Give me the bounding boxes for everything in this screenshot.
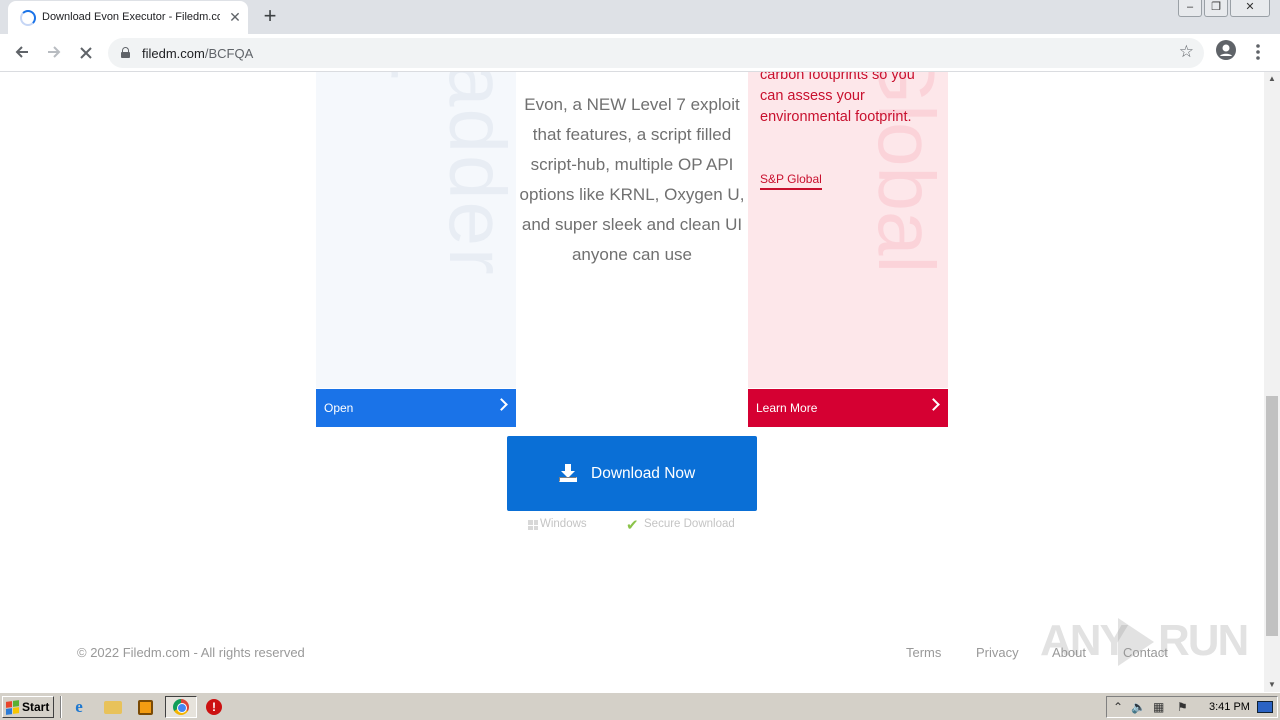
platform-label: Windows xyxy=(540,518,587,530)
tab-close-icon[interactable]: ✕ xyxy=(226,8,244,26)
window-controls: ‒ ❐ ✕ xyxy=(1178,0,1270,18)
scrollbar-thumb[interactable] xyxy=(1266,396,1278,636)
restore-button[interactable]: ❐ xyxy=(1204,0,1228,17)
volume-icon[interactable]: 🔈 xyxy=(1131,700,1146,714)
tray-expand-icon[interactable]: ⌃ xyxy=(1113,700,1123,714)
system-tray: ⌃ 🔈 ▦ ⚑ 3:41 PM xyxy=(1106,696,1278,718)
taskbar-separator xyxy=(60,696,62,718)
url-domain: filedm.com xyxy=(142,46,205,61)
action-center-flag-icon[interactable]: ⚑ xyxy=(1177,700,1188,714)
browser-toolbar: filedm.com/BCFQA ☆ xyxy=(0,34,1280,72)
address-bar[interactable]: filedm.com/BCFQA ☆ xyxy=(108,38,1204,68)
download-icon xyxy=(559,464,577,482)
minimize-button[interactable]: ‒ xyxy=(1178,0,1202,17)
footer-link-privacy[interactable]: Privacy xyxy=(976,645,1019,660)
show-desktop-icon[interactable] xyxy=(1257,701,1273,713)
watermark-run: RUN xyxy=(1158,616,1249,665)
windows-logo-icon xyxy=(528,520,538,530)
footer-link-terms[interactable]: Terms xyxy=(906,645,941,660)
loading-spinner-icon xyxy=(20,10,36,26)
checkmark-icon: ✔ xyxy=(626,517,639,534)
forward-arrow-icon[interactable] xyxy=(40,40,68,68)
left-ad-background-text: adder xyxy=(433,72,516,277)
url-path: /BCFQA xyxy=(204,46,254,61)
watermark-any: ANY xyxy=(1040,616,1129,665)
browser-tab-strip: Download Evon Executor - Filedm.com ✕ + … xyxy=(0,0,1280,34)
left-ad-banner[interactable]: adder r xyxy=(316,72,516,388)
right-ad-learn-more-button[interactable]: Learn More xyxy=(748,389,948,427)
windows-flag-icon xyxy=(6,700,19,715)
windows-taskbar: Start e ! ⌃ 🔈 ▦ ⚑ 3:41 PM xyxy=(0,692,1280,720)
scroll-up-arrow-icon[interactable]: ▲ xyxy=(1264,72,1280,86)
right-ad-brand-link[interactable]: S&P Global xyxy=(760,172,822,190)
menu-kebab-icon[interactable] xyxy=(1244,40,1272,68)
profile-avatar-icon[interactable] xyxy=(1212,40,1240,68)
browser-tab[interactable]: Download Evon Executor - Filedm.com ✕ xyxy=(8,1,248,34)
network-icon[interactable]: ▦ xyxy=(1153,700,1164,714)
chevron-right-icon xyxy=(927,398,940,411)
secure-download-label: Secure Download xyxy=(644,518,735,530)
right-ad-banner[interactable]: Global carbon footprints so you can asse… xyxy=(748,72,948,388)
new-tab-button[interactable]: + xyxy=(258,5,282,29)
clock[interactable]: 3:41 PM xyxy=(1209,701,1250,713)
url-text: filedm.com/BCFQA xyxy=(142,46,253,61)
folder-icon[interactable] xyxy=(104,701,122,714)
anyrun-watermark: ANY RUN xyxy=(1040,610,1249,674)
taskbar-chrome-button[interactable] xyxy=(165,696,197,718)
download-button-label: Download Now xyxy=(591,465,696,482)
page-scrollbar[interactable]: ▲ ▼ xyxy=(1264,72,1280,692)
web-page: adder r Open Evon, a NEW Level 7 exploit… xyxy=(0,72,1264,692)
play-icon xyxy=(1118,618,1154,666)
stop-sign-icon[interactable]: ! xyxy=(206,699,222,715)
start-button[interactable]: Start xyxy=(2,696,54,718)
close-window-button[interactable]: ✕ xyxy=(1230,0,1270,17)
chevron-right-icon xyxy=(495,398,508,411)
left-ad-background-text-2: r xyxy=(336,72,428,79)
stop-loading-icon[interactable] xyxy=(72,40,100,68)
scroll-down-arrow-icon[interactable]: ▼ xyxy=(1264,678,1280,692)
tab-title: Download Evon Executor - Filedm.com xyxy=(42,11,220,23)
bookmark-star-icon[interactable]: ☆ xyxy=(1179,42,1194,62)
download-now-button[interactable]: Download Now xyxy=(507,436,757,511)
left-ad-button-label: Open xyxy=(324,401,354,415)
lock-icon xyxy=(121,47,130,58)
footer-copyright: © 2022 Filedm.com - All rights reserved xyxy=(77,645,305,660)
internet-explorer-icon[interactable]: e xyxy=(70,698,88,716)
media-player-icon[interactable] xyxy=(138,700,153,715)
chrome-icon xyxy=(173,699,189,715)
left-ad-open-button[interactable]: Open xyxy=(316,389,516,427)
back-arrow-icon[interactable] xyxy=(8,40,36,68)
right-ad-text: carbon footprints so you can assess your… xyxy=(760,72,915,125)
start-label: Start xyxy=(22,700,50,714)
product-description: Evon, a NEW Level 7 exploit that feature… xyxy=(519,95,745,264)
right-ad-button-label: Learn More xyxy=(756,401,818,415)
